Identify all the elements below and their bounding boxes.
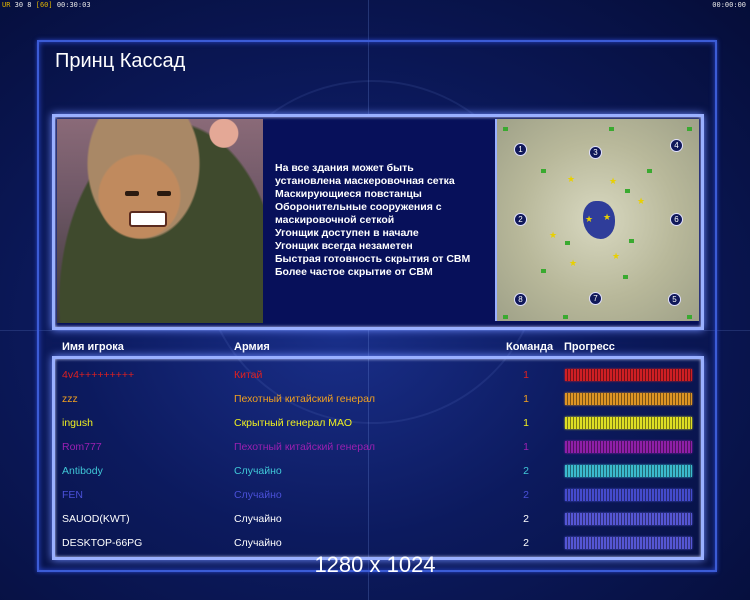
oil-derrick-icon: ★ [609, 176, 618, 186]
game-clock: 00:00:00 [712, 1, 746, 9]
general-abilities-list: На все здания может быть установлена мас… [275, 162, 515, 279]
ability-line: Быстрая готовность скрытия от СВМ [275, 253, 471, 265]
oil-derrick-icon: ★ [585, 214, 594, 224]
ability-line: установлена маскеровочная сетка [275, 175, 455, 187]
tech-building-marker [503, 315, 508, 319]
portrait-mouth [129, 211, 167, 227]
start-slot-2: 2 [514, 213, 527, 226]
oil-derrick-icon: ★ [612, 251, 621, 261]
general-title: Принц Кассад [55, 50, 186, 72]
player-row: 4v4+++++++++ Китай 1 [55, 363, 701, 387]
start-slot-8: 8 [514, 293, 527, 306]
ability-line: Оборонительные сооружения с [275, 201, 442, 213]
player-name: 4v4+++++++++ [62, 369, 135, 381]
ability-line: Угонщик всегда незаметен [275, 240, 413, 252]
start-slot-7: 7 [589, 292, 602, 305]
player-army: Пехотный китайский генерал [234, 393, 376, 405]
player-progress-bar [565, 417, 692, 429]
ur-label: UR [2, 1, 11, 9]
player-name: ingush [62, 417, 93, 429]
tech-building-marker [625, 189, 630, 193]
ability-line: На все здания может быть [275, 162, 414, 174]
player-army: Случайно [234, 489, 282, 501]
start-slot-4: 4 [670, 139, 683, 152]
tech-building-marker [503, 127, 508, 131]
fps-readout: UR 30 8 [60] 00:30:03 [2, 0, 91, 10]
player-team: 2 [523, 513, 529, 525]
player-team: 1 [523, 369, 529, 381]
oil-derrick-icon: ★ [567, 174, 576, 184]
player-team: 1 [523, 441, 529, 453]
player-army: Скрытный генерал МАО [234, 417, 352, 429]
header-progress: Прогресс [564, 341, 615, 353]
player-progress-bar [565, 489, 692, 501]
ability-line: Угонщик доступен в начале [275, 227, 419, 239]
ability-line: Более частое скрытие от СВМ [275, 266, 433, 278]
player-team: 1 [523, 417, 529, 429]
player-progress-bar [565, 441, 692, 453]
header-player-name: Имя игрока [62, 341, 124, 353]
players-list-panel: 4v4+++++++++ Китай 1 zzz Пехотный китайс… [52, 356, 704, 560]
start-slot-3: 3 [589, 146, 602, 159]
player-name: FEN [62, 489, 83, 501]
player-army: Случайно [234, 465, 282, 477]
tech-building-marker [541, 269, 546, 273]
ability-line: Маскирующиеся повстанцы [275, 188, 422, 200]
player-progress-bar [565, 369, 692, 381]
tech-building-marker [563, 315, 568, 319]
player-army: Случайно [234, 513, 282, 525]
resolution-watermark: 1280 x 1024 [314, 552, 436, 577]
player-name: zzz [62, 393, 78, 405]
player-team: 2 [523, 489, 529, 501]
player-army: Китай [234, 369, 263, 381]
tech-building-marker [541, 169, 546, 173]
oil-derrick-icon: ★ [569, 258, 578, 268]
map-preview: 1 2 3 4 5 6 7 8 ★ ★ ★ ★ ★ ★ ★ ★ [495, 119, 699, 321]
general-info-panel: На все здания может быть установлена мас… [52, 114, 704, 330]
portrait-eye-left [125, 191, 139, 196]
oil-derrick-icon: ★ [637, 196, 646, 206]
fps-value: 30 8 [14, 1, 32, 9]
player-progress-bar [565, 537, 692, 549]
start-slot-6: 6 [670, 213, 683, 226]
start-slot-5: 5 [668, 293, 681, 306]
general-portrait [57, 119, 263, 323]
player-row: FEN Случайно 2 [55, 483, 701, 507]
portrait-eye-right [157, 191, 171, 196]
player-team: 1 [523, 393, 529, 405]
player-row: Antibody Случайно 2 [55, 459, 701, 483]
player-army: Пехотный китайский генерал [234, 441, 376, 453]
tech-building-marker [623, 275, 628, 279]
player-row: SAUOD(KWT) Случайно 2 [55, 507, 701, 531]
start-slot-1: 1 [514, 143, 527, 156]
fps-cap: [60] [35, 1, 53, 9]
player-team: 2 [523, 465, 529, 477]
player-row: Rom777 Пехотный китайский генерал 1 [55, 435, 701, 459]
debug-topbar: UR 30 8 [60] 00:30:03 00:00:00 [0, 0, 750, 10]
player-progress-bar [565, 393, 692, 405]
player-name: Antibody [62, 465, 103, 477]
tech-building-marker [647, 169, 652, 173]
header-team: Команда [506, 341, 554, 353]
tech-building-marker [687, 127, 692, 131]
player-progress-bar [565, 465, 692, 477]
player-name: Rom777 [62, 441, 102, 453]
ability-line: маскировочной сеткой [275, 214, 395, 226]
tech-building-marker [687, 315, 692, 319]
player-progress-bar [565, 513, 692, 525]
oil-derrick-icon: ★ [603, 212, 612, 222]
elapsed-time: 00:30:03 [56, 1, 91, 9]
tech-building-marker [565, 241, 570, 245]
tech-building-marker [609, 127, 614, 131]
player-name: SAUOD(KWT) [62, 513, 130, 525]
player-row: ingush Скрытный генерал МАО 1 [55, 411, 701, 435]
oil-derrick-icon: ★ [549, 230, 558, 240]
header-army: Армия [234, 341, 270, 353]
player-row: zzz Пехотный китайский генерал 1 [55, 387, 701, 411]
tech-building-marker [629, 239, 634, 243]
